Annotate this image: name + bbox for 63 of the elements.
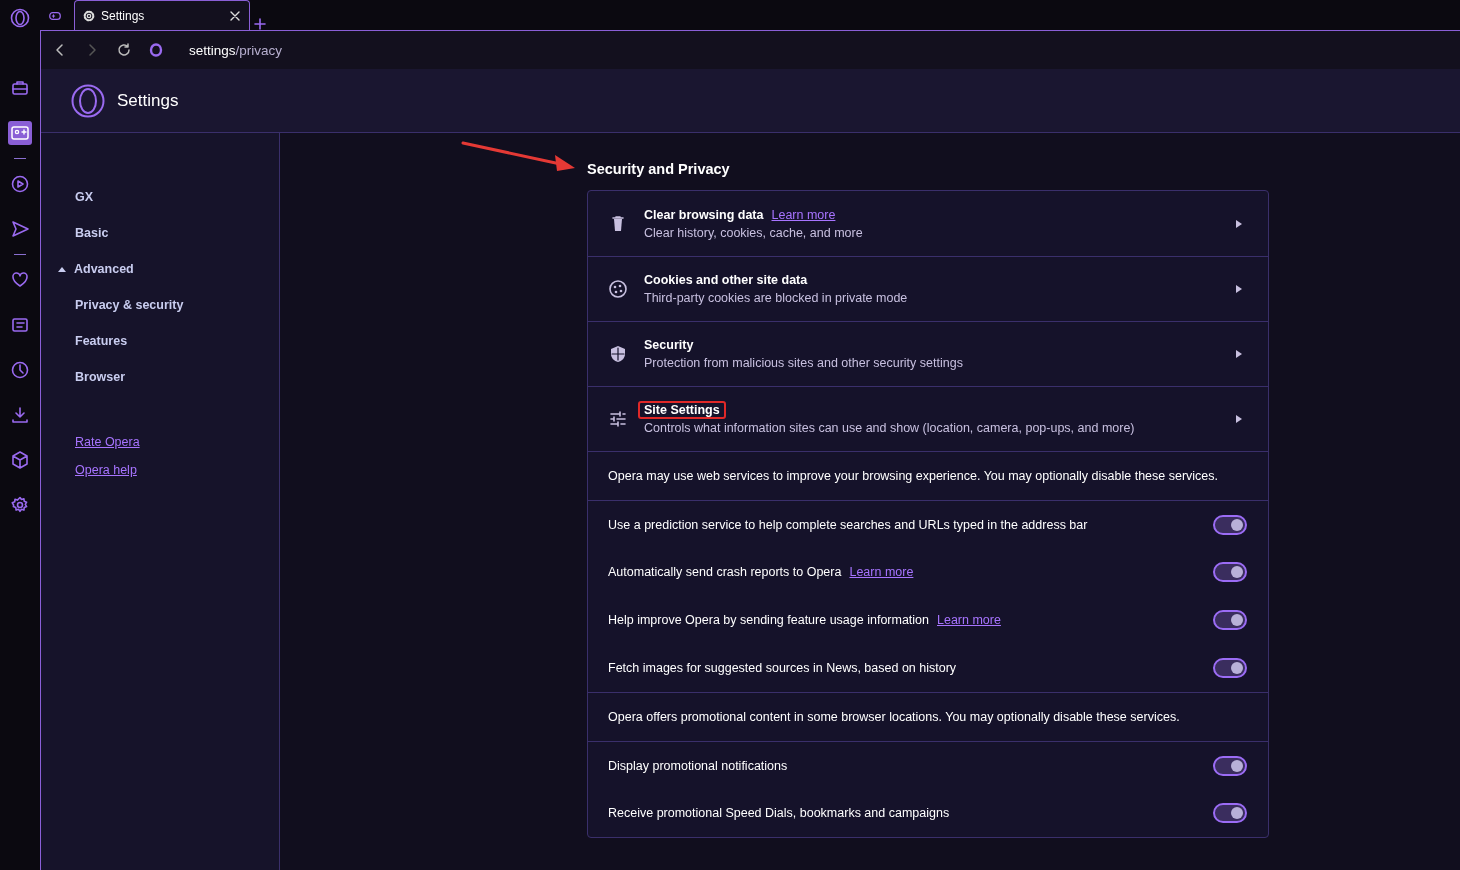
sidebar-item[interactable]: Privacy & security	[75, 287, 279, 323]
chevron-icon[interactable]	[1236, 219, 1242, 228]
heart-icon	[10, 270, 30, 290]
sidebar-link[interactable]: Opera help	[75, 463, 137, 477]
shield-icon	[608, 344, 628, 364]
close-icon[interactable]	[229, 9, 241, 22]
section-title: Security and Privacy	[587, 161, 731, 177]
toggle-switch[interactable]	[1213, 514, 1247, 535]
row-description: Clear history, cookies, cache, and more	[644, 225, 864, 240]
toggle-switch[interactable]	[1213, 562, 1247, 582]
sidebar-link[interactable]: Rate Opera	[75, 435, 140, 449]
info-text: Opera may use web services to improve your browsing experience. You may optionally disable these services.	[608, 469, 1219, 483]
toggle-label: Display promotional notifications	[608, 758, 788, 773]
row-title[interactable]: Site Settings	[638, 401, 726, 419]
address-field[interactable]: settings/privacy	[189, 42, 283, 58]
gamepad-icon	[49, 9, 61, 22]
send-icon	[10, 219, 30, 239]
learn-more-link[interactable]: Learn more	[849, 565, 914, 579]
gamepad-icon	[10, 123, 30, 143]
browser-tab[interactable]: Settings	[74, 0, 250, 30]
cookie-icon	[608, 279, 628, 299]
download-icon	[10, 405, 30, 425]
page-title: Settings	[117, 90, 179, 111]
opera-logo-icon	[149, 43, 163, 57]
news-icon	[10, 315, 30, 335]
row-title[interactable]: Cookies and other site data	[638, 271, 814, 289]
reload-icon[interactable]	[117, 43, 131, 57]
row-description: Protection from malicious sites and other security settings	[644, 356, 964, 370]
sliders-icon	[608, 409, 628, 429]
learn-more-link[interactable]: Learn more	[771, 207, 836, 222]
sidebar-button[interactable]	[8, 121, 32, 145]
toggle-switch[interactable]	[1213, 658, 1247, 678]
clock-icon	[10, 360, 30, 380]
row-title[interactable]: Clear browsing data	[638, 205, 770, 224]
toggle-switch[interactable]	[1213, 610, 1247, 630]
opera-logo-icon[interactable]	[10, 8, 30, 28]
chevron-icon[interactable]	[1236, 285, 1242, 293]
briefcase-icon	[10, 78, 30, 98]
row-title[interactable]: Security	[638, 336, 700, 354]
sidebar-item[interactable]: Browser	[75, 359, 279, 395]
toggle-label: Receive promotional Speed Dials, bookmarks and campaigns	[608, 806, 950, 820]
settings-icon	[10, 495, 30, 515]
toggle-label: Help improve Opera by sending feature usage information	[608, 613, 929, 627]
play-circle-icon	[10, 174, 30, 194]
opera-logo-icon	[71, 83, 105, 118]
info-text: Opera offers promotional content in some browser locations. You may optionally disable these services.	[608, 710, 1180, 724]
chevron-icon[interactable]	[1236, 415, 1242, 423]
toggle-switch[interactable]	[1213, 803, 1247, 823]
toggle-label: Use a prediction service to help complete searches and URLs typed in the address bar	[608, 517, 1088, 532]
toggle-label: Automatically send crash reports to Opera	[608, 565, 842, 579]
gear-icon	[83, 9, 95, 22]
toggle-label: Fetch images for suggested sources in News, based on history	[608, 661, 957, 675]
learn-more-link[interactable]: Learn more	[937, 613, 1001, 627]
chevron-icon[interactable]	[1236, 350, 1242, 358]
cube-icon	[10, 450, 30, 470]
row-description: Third-party cookies are blocked in private mode	[644, 291, 909, 305]
sidebar-item[interactable]: Basic	[75, 215, 279, 251]
row-description: Controls what information sites can use and show (location, camera, pop-ups, and more)	[644, 421, 1136, 435]
sidebar-item-label: Advanced	[74, 262, 134, 276]
sidebar-item[interactable]: GX	[75, 179, 279, 215]
toggle-switch[interactable]	[1213, 755, 1247, 776]
new-tab-icon[interactable]	[254, 18, 266, 30]
sidebar-item[interactable]: Features	[75, 323, 279, 359]
